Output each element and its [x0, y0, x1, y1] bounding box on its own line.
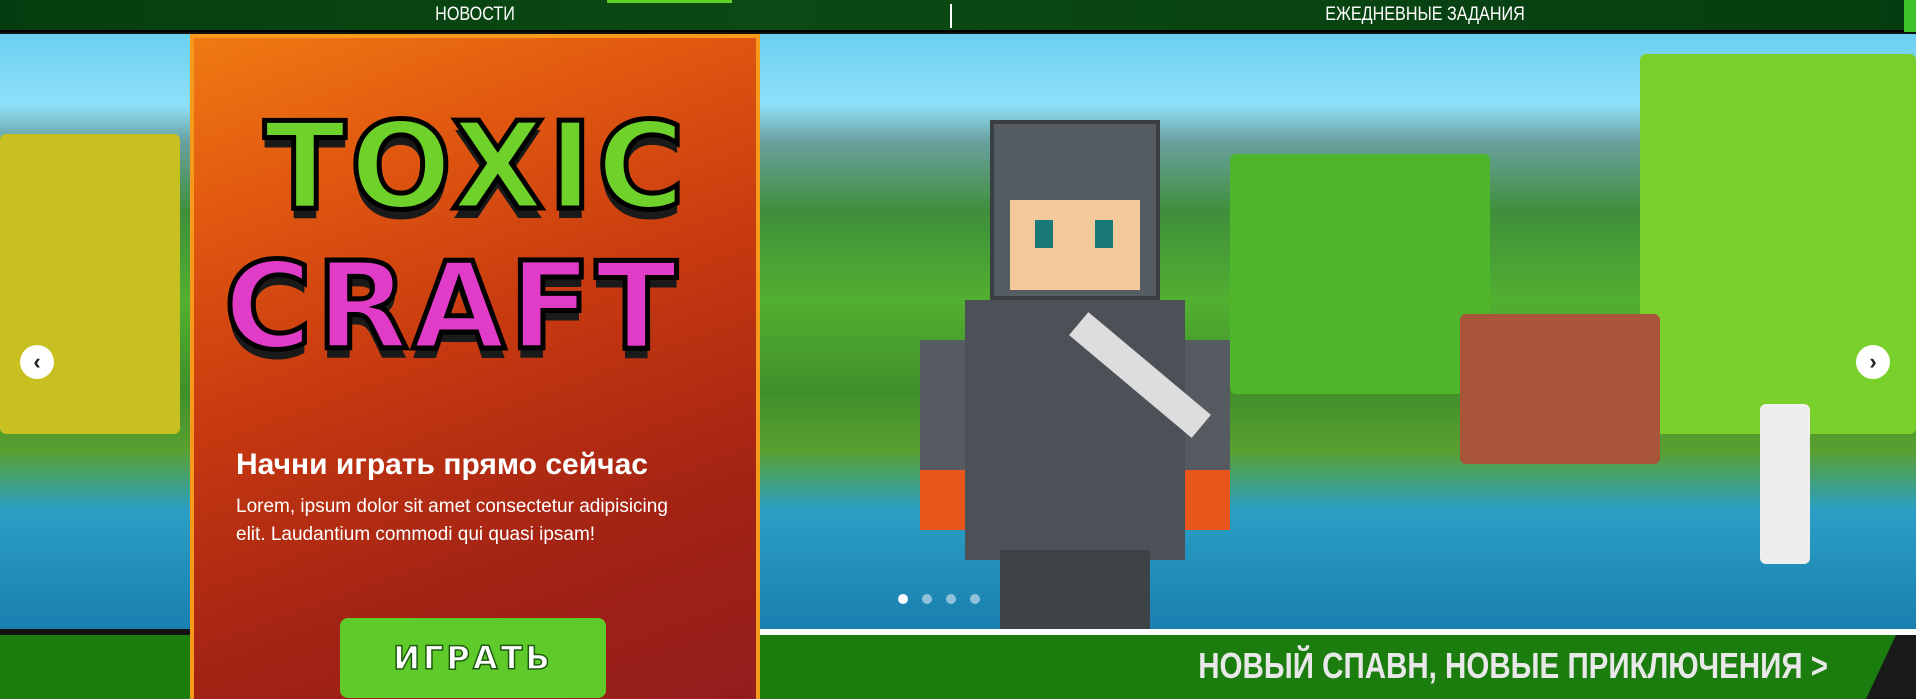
play-button[interactable]: ИГРАТЬ [340, 618, 606, 698]
logo-line-1: TOXIC [262, 96, 689, 240]
nav-edge-accent [1904, 0, 1916, 32]
promo-description: Lorem, ipsum dolor sit amet consectetur … [236, 496, 668, 545]
banner-slant [1866, 635, 1916, 699]
nav-item-news[interactable]: НОВОСТИ [71, 0, 879, 30]
slider-dot[interactable] [922, 594, 932, 604]
birch-trunk [1760, 404, 1810, 564]
slider-dot[interactable] [946, 594, 956, 604]
nav-divider [950, 4, 952, 28]
logo-line-2: CRAFT [221, 236, 682, 380]
promo-card: TOXIC CRAFT Начни играть прямо сейчас Lo… [190, 34, 760, 699]
top-navigation: НОВОСТИ ЕЖЕДНЕВНЫЕ ЗАДАНИЯ [0, 0, 1916, 32]
slider-next-button[interactable]: › [1856, 345, 1890, 379]
nav-item-daily-tasks[interactable]: ЕЖЕДНЕВНЫЕ ЗАДАНИЯ [1021, 0, 1829, 30]
new-spawn-link[interactable]: НОВЫЙ СПАВН, НОВЫЕ ПРИКЛЮЧЕНИЯ > [1198, 645, 1828, 687]
slider-dot[interactable] [898, 594, 908, 604]
slider-pagination [898, 594, 980, 604]
scenery-tree [0, 134, 180, 434]
toxiccraft-logo: TOXIC CRAFT [221, 96, 724, 398]
promo-title: Начни играть прямо сейчас [236, 448, 648, 481]
slider-dot[interactable] [970, 594, 980, 604]
scenery-hill [1460, 314, 1660, 464]
slider-prev-button[interactable]: ‹ [20, 345, 54, 379]
